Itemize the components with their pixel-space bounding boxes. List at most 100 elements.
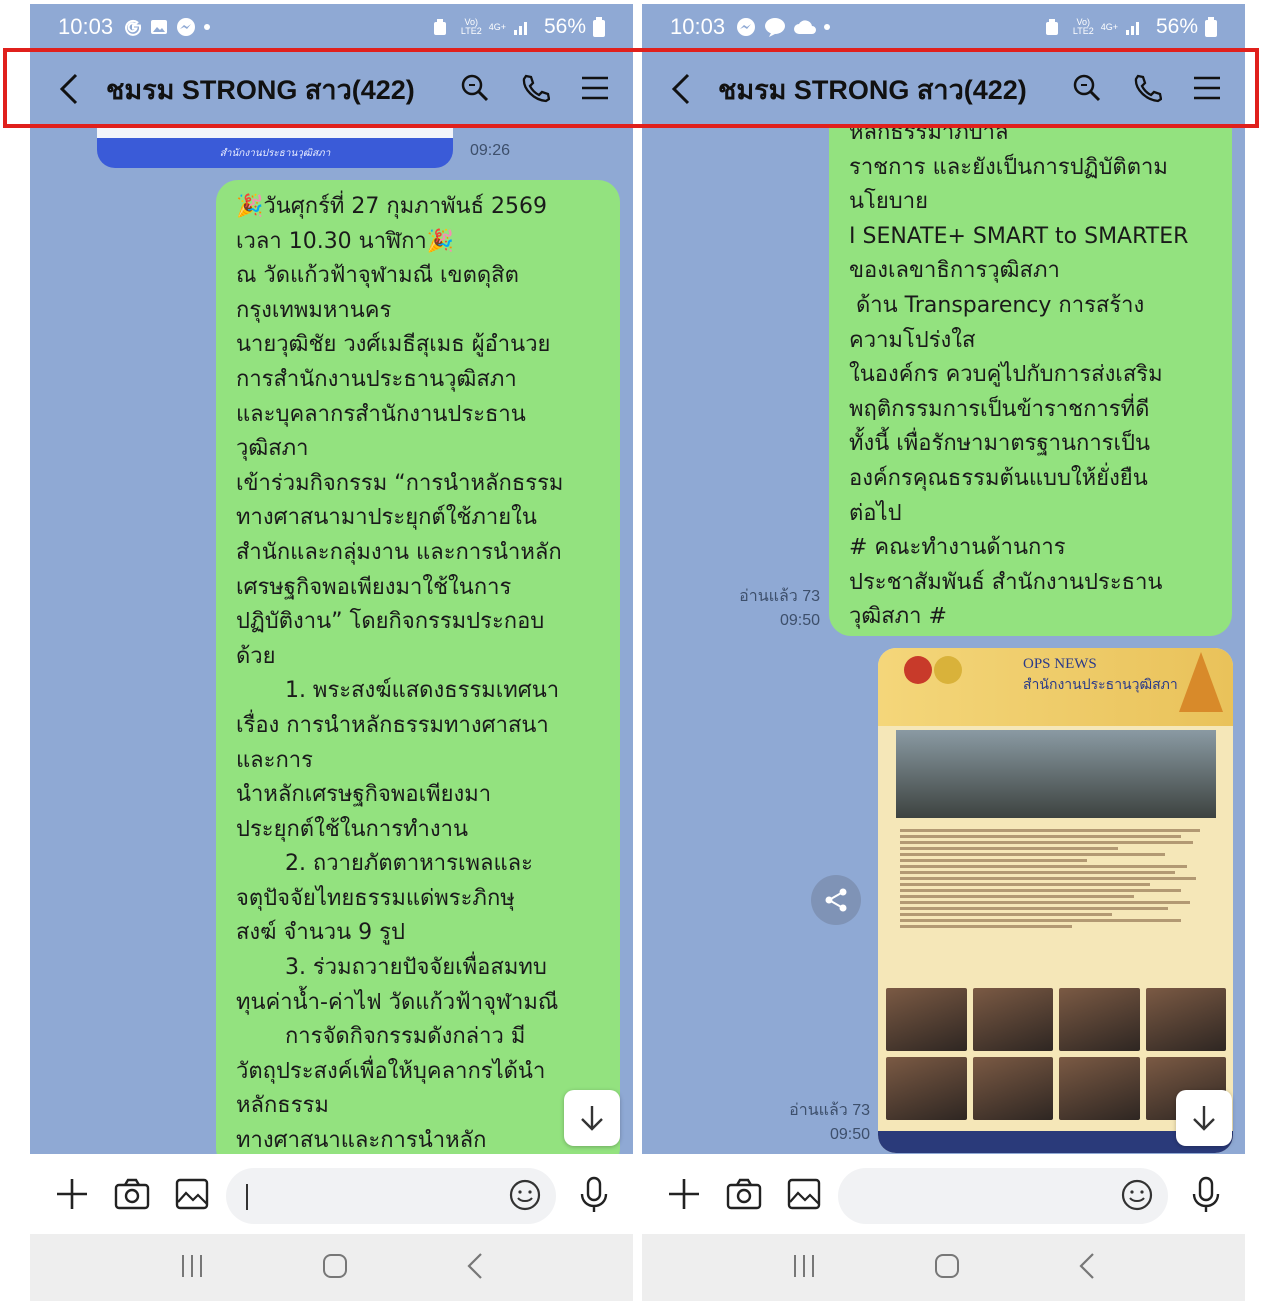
cloud-icon <box>793 18 817 36</box>
home-icon <box>935 1253 960 1278</box>
back-button[interactable] <box>58 69 86 109</box>
read-receipt: อ่านแล้ว 73 <box>739 588 820 605</box>
camera-button[interactable] <box>726 1174 762 1214</box>
image-icon <box>787 1178 821 1210</box>
add-button[interactable] <box>666 1174 702 1214</box>
lte-label: LTE2 <box>460 26 482 36</box>
search-icon <box>461 74 489 102</box>
microphone-icon <box>1192 1176 1220 1212</box>
emoji-icon <box>1121 1179 1153 1211</box>
recent-apps-button[interactable] <box>791 1253 817 1283</box>
network-4g-label: 4G+ <box>1100 21 1118 32</box>
home-button[interactable] <box>322 1253 348 1283</box>
dot-icon <box>823 23 831 31</box>
search-button[interactable] <box>459 68 491 108</box>
back-button[interactable] <box>670 69 698 109</box>
image-caption: สำนักงานประธานวุฒิสภา <box>219 148 331 159</box>
message-input-bar <box>30 1154 633 1234</box>
home-button[interactable] <box>934 1253 960 1283</box>
plus-icon <box>669 1179 699 1209</box>
poster-photo-grid <box>886 988 1226 1120</box>
message-input-bar <box>642 1154 1245 1234</box>
left-phone-screen: 10:03 Vo) LTE2 4G+ 56% ชมรม STRONG สาว(4… <box>30 4 633 1301</box>
status-bar: 10:03 Vo) LTE2 4G+ 56% <box>30 4 633 50</box>
right-phone-screen: 10:03 Vo) LTE2 4G+ 56% ชมรม STRONG สาว(4… <box>642 4 1245 1301</box>
recent-apps-button[interactable] <box>179 1253 205 1283</box>
messenger-icon <box>735 16 757 38</box>
voice-button[interactable] <box>579 1176 609 1218</box>
image-icon <box>175 1178 209 1210</box>
system-nav-bar <box>642 1234 1245 1301</box>
status-bar: 10:03 Vo) LTE2 4G+ 56% <box>642 4 1245 50</box>
arrow-down-icon <box>581 1106 603 1131</box>
alarm-icon <box>432 18 448 36</box>
message-time: 09:26 <box>469 142 510 159</box>
chat-header: ชมรม STRONG สาว(422) <box>30 50 633 128</box>
gallery-button[interactable] <box>174 1174 210 1214</box>
line-app-icon <box>763 16 787 38</box>
gallery-notification-icon <box>149 17 169 37</box>
message-bubble[interactable]: 🎉วันศุกร์ที่ 27 กุมภาพันธ์ 2569 เวลา 10.… <box>216 180 620 1154</box>
arrow-down-icon <box>1193 1106 1215 1131</box>
gallery-button[interactable] <box>786 1174 822 1214</box>
chat-messages[interactable]: หลักธรรมาภิบาล ราชการ และยังเป็นการปฏิบั… <box>642 128 1245 1154</box>
phone-icon <box>1134 74 1162 103</box>
poster-image-message[interactable]: OPS NEWS สำนักงานประธานวุฒิสภา <box>878 648 1233 1153</box>
poster-header: OPS NEWS สำนักงานประธานวุฒิสภา <box>878 648 1233 726</box>
chat-header: ชมรม STRONG สาว(422) <box>642 50 1245 128</box>
message-input[interactable] <box>226 1168 556 1224</box>
battery-icon <box>593 17 605 37</box>
logo-emblem <box>934 656 962 684</box>
recent-apps-icon <box>181 1254 202 1277</box>
back-icon <box>467 1252 482 1279</box>
chat-title: ชมรม STRONG สาว(422) <box>718 74 1027 105</box>
alarm-icon <box>1044 18 1060 36</box>
search-icon <box>1073 74 1101 102</box>
previous-image-message[interactable]: สำนักงานประธานวุฒิสภา <box>97 128 453 168</box>
battery-percent: 56% <box>543 15 586 38</box>
message-time: 09:50 <box>779 612 820 629</box>
back-icon <box>1079 1252 1094 1279</box>
dot-icon <box>203 23 211 31</box>
message-input[interactable] <box>838 1168 1168 1224</box>
text-cursor <box>246 1184 248 1210</box>
scroll-down-button[interactable] <box>564 1090 620 1146</box>
chat-title: ชมรม STRONG สาว(422) <box>106 74 415 105</box>
recent-apps-icon <box>793 1254 814 1277</box>
message-bubble[interactable]: หลักธรรมาภิบาล ราชการ และยังเป็นการปฏิบั… <box>829 128 1232 636</box>
poster-subtitle: สำนักงานประธานวุฒิสภา <box>1023 678 1178 693</box>
poster-title: OPS NEWS <box>1023 656 1097 672</box>
menu-button[interactable] <box>579 68 611 108</box>
scroll-down-button[interactable] <box>1176 1090 1232 1146</box>
emoji-button[interactable] <box>1120 1178 1154 1216</box>
camera-button[interactable] <box>114 1174 150 1214</box>
system-back-button[interactable] <box>1078 1252 1096 1284</box>
call-button[interactable] <box>519 68 551 108</box>
emoji-icon <box>509 1179 541 1211</box>
group-photo <box>896 730 1216 818</box>
menu-button[interactable] <box>1191 68 1223 108</box>
chat-messages[interactable]: สำนักงานประธานวุฒิสภา 09:26 🎉วันศุกร์ที่… <box>30 128 633 1154</box>
system-nav-bar <box>30 1234 633 1301</box>
camera-icon <box>114 1178 150 1210</box>
share-button[interactable] <box>811 875 861 925</box>
phone-icon <box>522 74 550 103</box>
call-button[interactable] <box>1131 68 1163 108</box>
search-button[interactable] <box>1071 68 1103 108</box>
poster-body-text <box>900 826 1212 986</box>
message-time: 09:50 <box>829 1126 870 1143</box>
camera-icon <box>726 1178 762 1210</box>
messenger-icon <box>175 16 197 38</box>
temple-graphic <box>1179 652 1223 712</box>
hamburger-menu-icon <box>1194 76 1220 100</box>
emoji-button[interactable] <box>508 1178 542 1216</box>
add-button[interactable] <box>54 1174 90 1214</box>
system-back-button[interactable] <box>466 1252 484 1284</box>
google-icon <box>123 17 143 37</box>
network-4g-label: 4G+ <box>488 21 506 32</box>
seal-emblem <box>904 656 932 684</box>
home-icon <box>323 1253 348 1278</box>
microphone-icon <box>580 1176 608 1212</box>
hamburger-menu-icon <box>582 76 608 100</box>
voice-button[interactable] <box>1191 1176 1221 1218</box>
